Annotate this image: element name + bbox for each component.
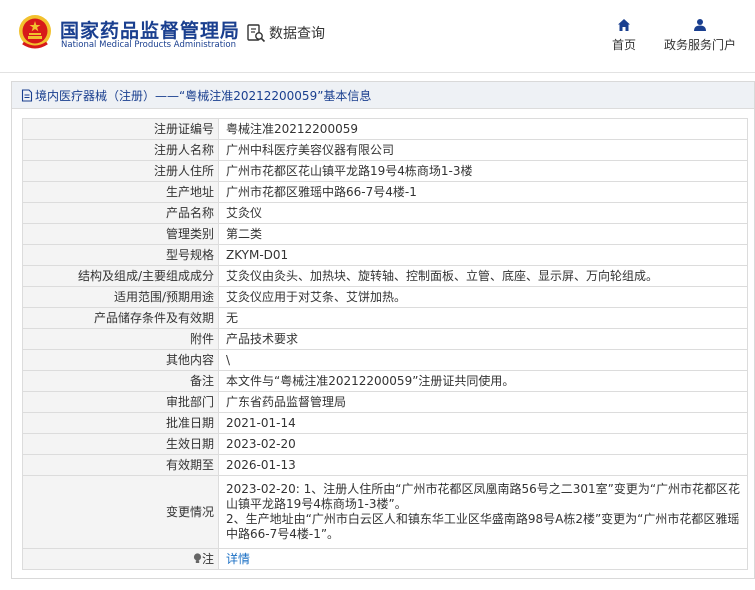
table-row: 有效期至 2026-01-13 [22,454,748,476]
row-value: ZKYM-D01 [218,244,748,266]
document-search-icon [247,24,266,43]
row-value: 广州市花都区雅瑶中路66-7号4楼-1 [218,181,748,203]
note-row: 注 详情 [22,548,748,570]
table-row: 产品储存条件及有效期无 [22,307,748,329]
table-row: 备注 本文件与“粤械注准20212200059”注册证共同使用。 [22,370,748,392]
row-label: 管理类别 [22,223,219,245]
row-label: 备注 [22,370,219,392]
details-link[interactable]: 详情 [218,548,748,570]
change-history-line-2: 2、生产地址由“广州市白云区人和镇东华工业区华盛南路98号A栋2楼”变更为“广州… [226,512,740,541]
change-history-line-1: 2023-02-20: 1、注册人住所由“广州市花都区凤凰南路56号之二301室… [226,482,741,511]
document-icon [21,88,33,102]
site-logo-subtitle[interactable]: National Medical Products Administration [61,40,236,50]
table-row: 型号规格 ZKYM-D01 [22,244,748,266]
row-value: 艾灸仪 [218,202,748,224]
row-label: 产品名称 [22,202,219,224]
row-value: 产品技术要求 [218,328,748,350]
row-value: 粤械注准20212200059 [218,118,748,140]
panel-title: 境内医疗器械（注册）——“粤械注准20212200059”基本信息 [12,82,754,109]
national-emblem-icon [19,15,51,49]
row-value: 2021-01-14 [218,412,748,434]
table-row: 批准日期 2021-01-14 [22,412,748,434]
table-row: 注册人名称 广州中科医疗美容仪器有限公司 [22,139,748,161]
row-label: 结构及组成/主要组成成分 [22,265,219,287]
row-label: 产品储存条件及有效期 [22,307,219,329]
row-value: 本文件与“粤械注准20212200059”注册证共同使用。 [218,370,748,392]
table-row: 管理类别 第二类 [22,223,748,245]
table-row: 生效日期 2023-02-20 [22,433,748,455]
data-query-link[interactable]: 数据查询 [246,22,325,44]
row-value: 广州中科医疗美容仪器有限公司 [218,139,748,161]
table-row: 注册人住所 广州市花都区花山镇平龙路19号4栋商场1-3楼 [22,160,748,182]
panel-title-text: 境内医疗器械（注册）——“粤械注准20212200059”基本信息 [35,88,372,103]
home-icon [618,19,630,31]
change-history-value: 2023-02-20: 1、注册人住所由“广州市花都区凤凰南路56号之二301室… [218,475,748,549]
row-label: 注册证编号 [22,118,219,140]
row-value: 广东省药品监督管理局 [218,391,748,413]
row-label: 注册人住所 [22,160,219,182]
data-query-label: 数据查询 [269,26,325,42]
row-label: 附件 [22,328,219,350]
row-value: 艾灸仪由灸头、加热块、旋转轴、控制面板、立管、底座、显示屏、万向轮组成。 [218,265,748,287]
row-value: 第二类 [218,223,748,245]
row-label: 型号规格 [22,244,219,266]
table-row: 注册证编号 粤械注准20212200059 [22,118,748,140]
site-logo-title[interactable]: 国家药品监督管理局 [60,16,240,43]
nav-home[interactable]: 首页 [609,18,639,53]
row-label: 有效期至 [22,454,219,476]
header-divider [0,72,755,73]
table-row: 附件 产品技术要求 [22,328,748,350]
row-label: 生效日期 [22,433,219,455]
row-value: 2026-01-13 [218,454,748,476]
row-value: 艾灸仪应用于对艾条、艾饼加热。 [218,286,748,308]
table-row: 适用范围/预期用途 艾灸仪应用于对艾条、艾饼加热。 [22,286,748,308]
site-header: 国家药品监督管理局 National Medical Products Admi… [0,0,755,72]
bulb-icon [193,552,202,563]
row-value: 无 [218,307,748,329]
row-label: 适用范围/预期用途 [22,286,219,308]
nav-government-service[interactable]: 政务服务门户 [662,18,738,53]
table-row: 其他内容 \ [22,349,748,371]
row-value: 2023-02-20 [218,433,748,455]
table-row: 生产地址 广州市花都区雅瑶中路66-7号4楼-1 [22,181,748,203]
change-history-label: 变更情况 [22,475,219,549]
note-label-cell: 注 [22,548,219,570]
detail-panel: 境内医疗器械（注册）——“粤械注准20212200059”基本信息 注册证编号粤… [11,81,755,579]
nav-home-label: 首页 [611,38,636,52]
table-row: 结构及组成/主要组成成分 艾灸仪由灸头、加热块、旋转轴、控制面板、立管、底座、显示… [22,265,748,287]
row-label: 注册人名称 [22,139,219,161]
row-label: 其他内容 [22,349,219,371]
row-label: 批准日期 [22,412,219,434]
note-label: 注 [201,551,214,566]
table-row: 审批部门 广东省药品监督管理局 [22,391,748,413]
row-label: 生产地址 [22,181,219,203]
change-history-row: 变更情况 2023-02-20: 1、注册人住所由“广州市花都区凤凰南路56号之… [22,475,748,549]
table-row: 产品名称 艾灸仪 [22,202,748,224]
row-value: \ [218,349,748,371]
row-value: 广州市花都区花山镇平龙路19号4栋商场1-3楼 [218,160,748,182]
device-info-table: 注册证编号 粤械注准20212200059 注册人名称 广州中科医疗美容仪器有限公司… [22,118,748,570]
user-icon [694,19,706,31]
nav-government-service-label: 政务服务门户 [663,38,736,52]
row-label: 审批部门 [22,391,219,413]
